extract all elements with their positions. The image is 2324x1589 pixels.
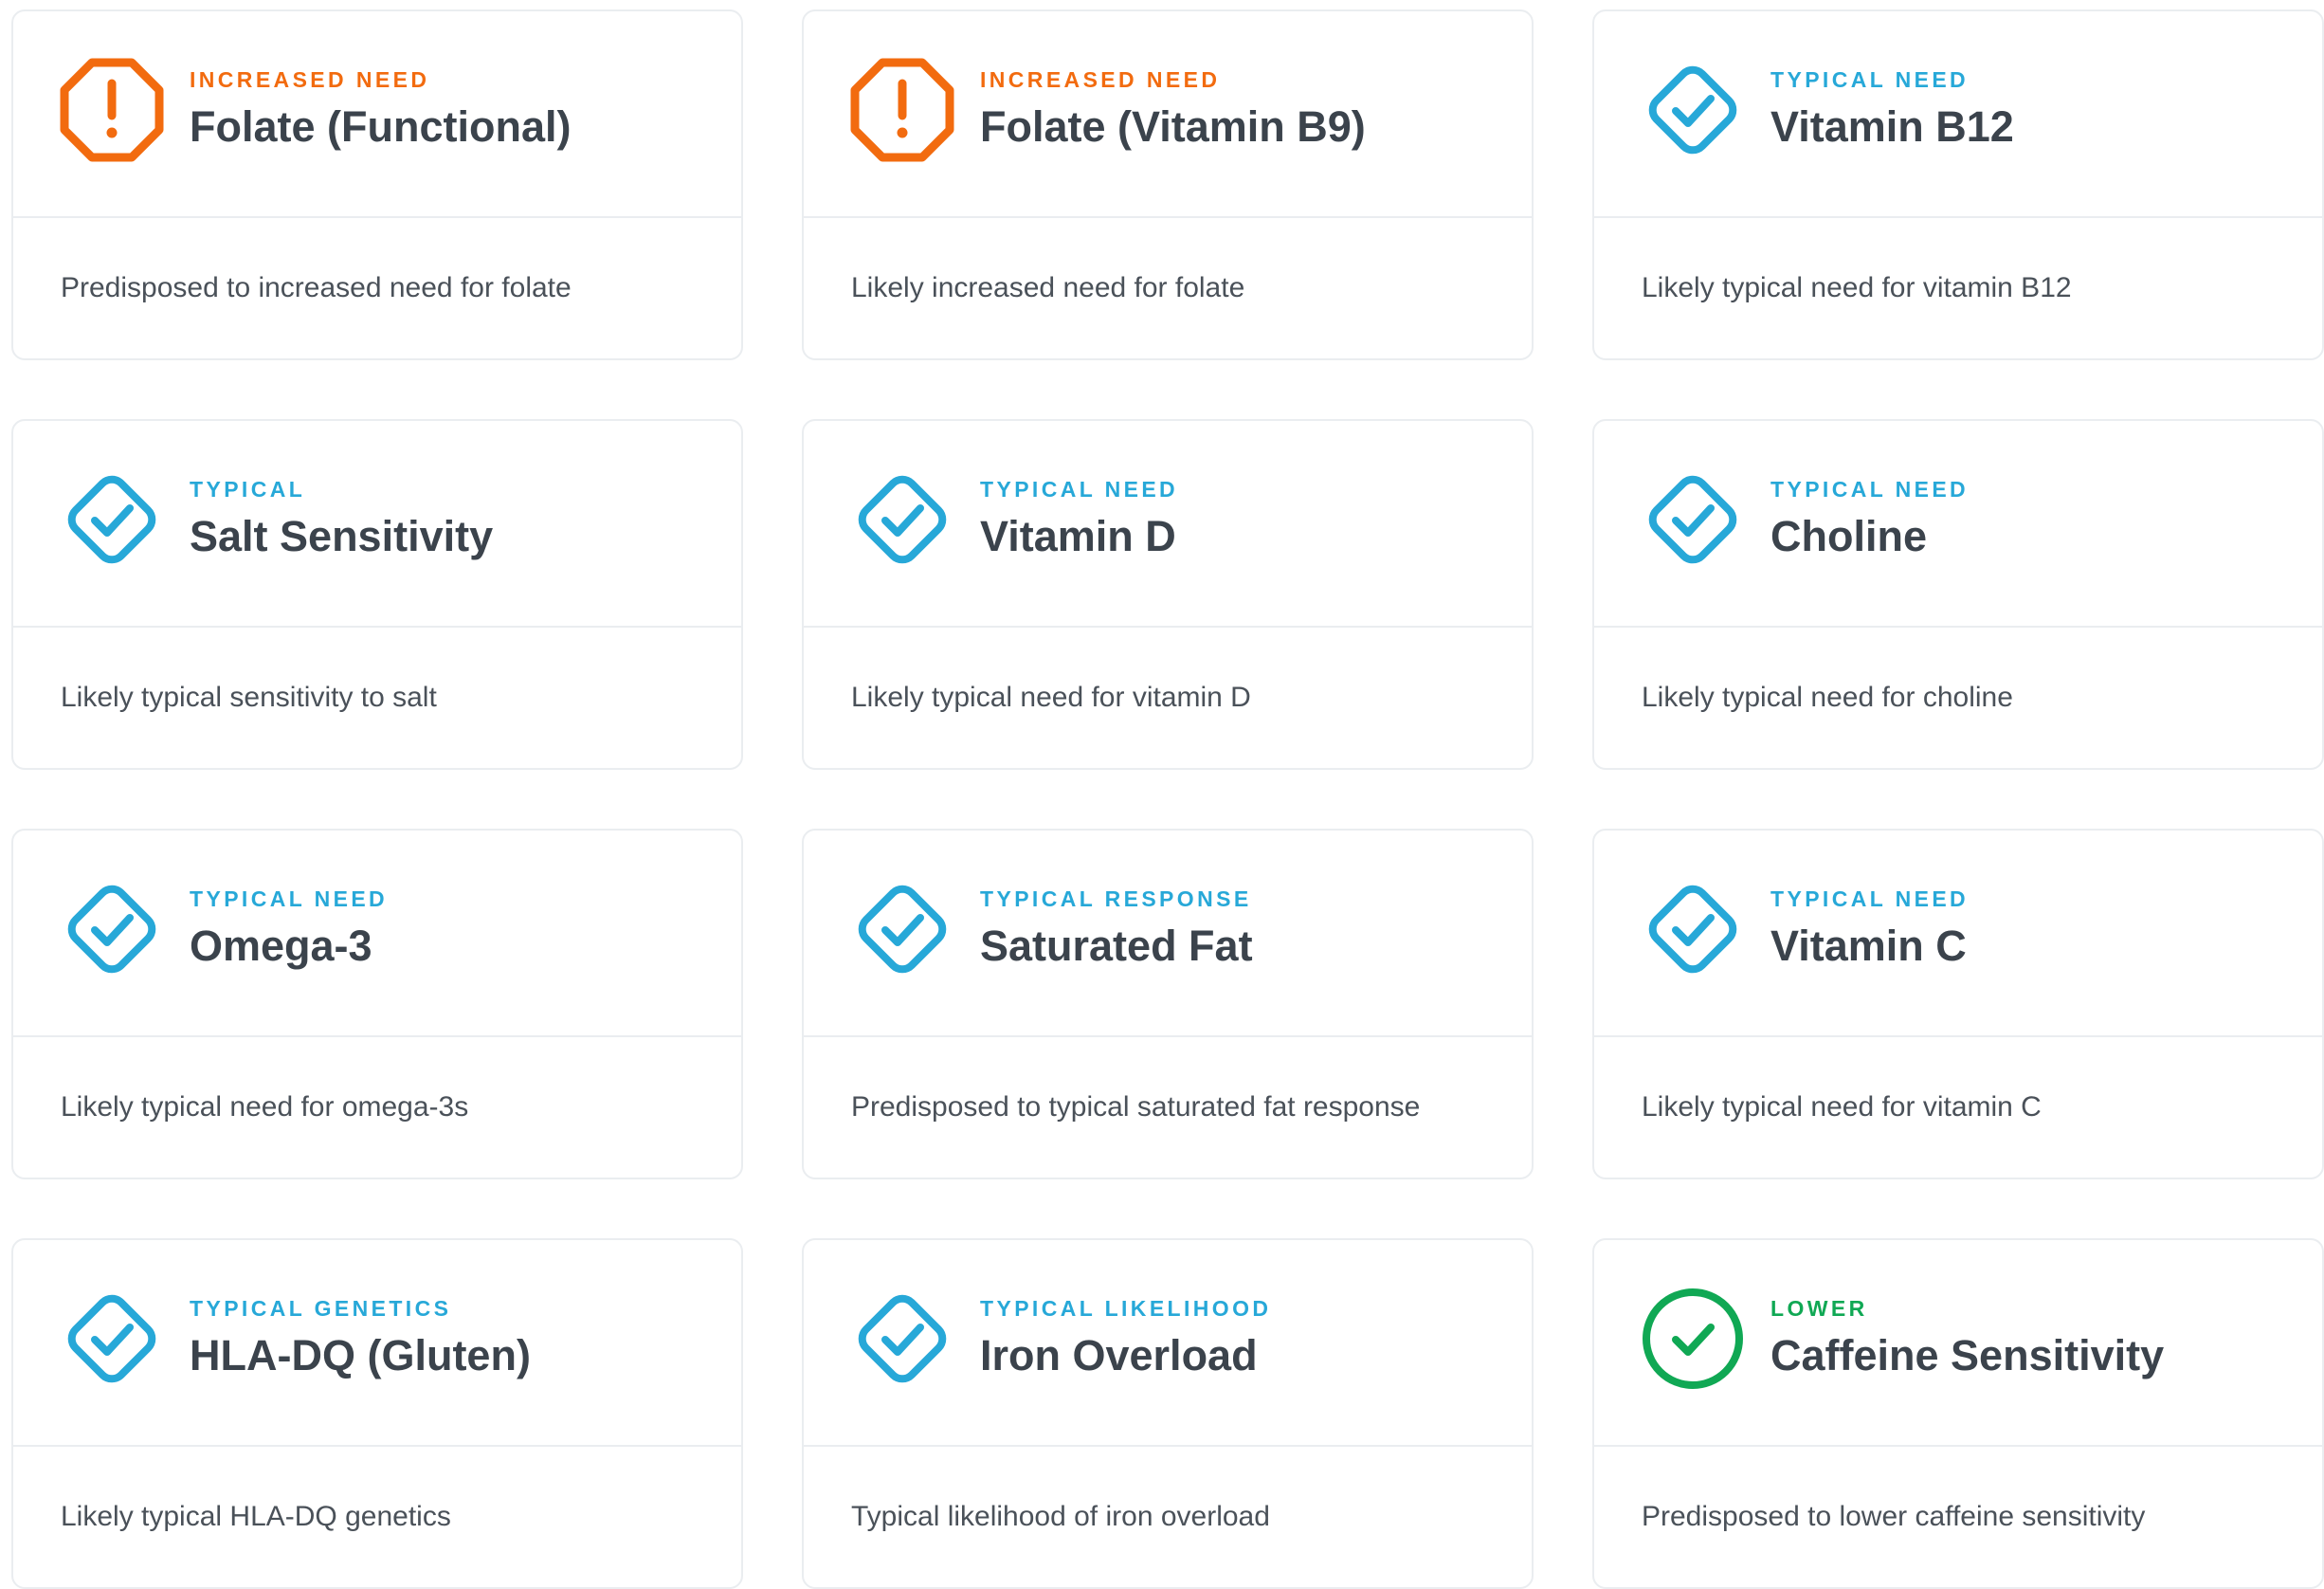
trait-card-omega-3[interactable]: TYPICAL NEED Omega-3 Likely typical need… — [11, 829, 743, 1179]
status-label: INCREASED NEED — [980, 67, 1221, 92]
card-header: TYPICAL NEED Vitamin C — [1594, 831, 2322, 1037]
trait-title: Choline — [1770, 512, 1927, 560]
exclamation-octagon-icon — [59, 57, 165, 163]
check-circle-icon — [1640, 1286, 1746, 1392]
trait-card-grid: INCREASED NEED Folate (Functional) Predi… — [11, 9, 2324, 1589]
trait-title: Caffeine Sensitivity — [1770, 1331, 2165, 1379]
trait-title: Vitamin D — [980, 512, 1176, 560]
status-label: TYPICAL RESPONSE — [980, 886, 1252, 911]
status-label: LOWER — [1770, 1296, 1868, 1321]
card-header: LOWER Caffeine Sensitivity — [1594, 1240, 2322, 1447]
status-label: TYPICAL GENETICS — [190, 1296, 452, 1321]
card-header: TYPICAL Salt Sensitivity — [13, 421, 741, 628]
trait-card-caffeine-sensitivity[interactable]: LOWER Caffeine Sensitivity Predisposed t… — [1592, 1238, 2324, 1589]
trait-card-vitamin-b12[interactable]: TYPICAL NEED Vitamin B12 Likely typical … — [1592, 9, 2324, 360]
trait-card-folate-vitamin-b9[interactable]: INCREASED NEED Folate (Vitamin B9) Likel… — [802, 9, 1534, 360]
trait-description: Likely typical need for vitamin B12 — [1642, 272, 2072, 303]
card-header: TYPICAL NEED Choline — [1594, 421, 2322, 628]
trait-description: Predisposed to lower caffeine sensitivit… — [1642, 1501, 2146, 1532]
trait-card-vitamin-d[interactable]: TYPICAL NEED Vitamin D Likely typical ne… — [802, 419, 1534, 770]
status-label: TYPICAL LIKELIHOOD — [980, 1296, 1272, 1321]
trait-title: Vitamin B12 — [1770, 102, 2014, 151]
card-header: TYPICAL NEED Omega-3 — [13, 831, 741, 1037]
trait-card-choline[interactable]: TYPICAL NEED Choline Likely typical need… — [1592, 419, 2324, 770]
trait-title: Folate (Vitamin B9) — [980, 102, 1366, 151]
card-header: INCREASED NEED Folate (Functional) — [13, 11, 741, 218]
trait-card-hla-dq-gluten[interactable]: TYPICAL GENETICS HLA-DQ (Gluten) Likely … — [11, 1238, 743, 1589]
exclamation-octagon-icon — [849, 57, 955, 163]
card-header: TYPICAL NEED Vitamin D — [804, 421, 1532, 628]
check-diamond-icon — [849, 466, 955, 573]
trait-title: Vitamin C — [1770, 922, 1967, 970]
check-diamond-icon — [1640, 57, 1746, 163]
trait-description: Predisposed to typical saturated fat res… — [851, 1091, 1421, 1123]
check-diamond-icon — [59, 466, 165, 573]
card-header: INCREASED NEED Folate (Vitamin B9) — [804, 11, 1532, 218]
trait-title: Salt Sensitivity — [190, 512, 494, 560]
trait-title: Omega-3 — [190, 922, 372, 970]
trait-card-salt-sensitivity[interactable]: TYPICAL Salt Sensitivity Likely typical … — [11, 419, 743, 770]
trait-description: Likely typical sensitivity to salt — [61, 682, 437, 713]
check-diamond-icon — [59, 876, 165, 982]
trait-title: Folate (Functional) — [190, 102, 572, 151]
check-diamond-icon — [849, 1286, 955, 1392]
trait-card-saturated-fat[interactable]: TYPICAL RESPONSE Saturated Fat Predispos… — [802, 829, 1534, 1179]
status-label: TYPICAL NEED — [1770, 67, 1970, 92]
trait-description: Likely typical need for vitamin C — [1642, 1091, 2042, 1123]
trait-description: Likely typical need for choline — [1642, 682, 2013, 713]
status-label: INCREASED NEED — [190, 67, 430, 92]
trait-card-iron-overload[interactable]: TYPICAL LIKELIHOOD Iron Overload Typical… — [802, 1238, 1534, 1589]
check-diamond-icon — [1640, 876, 1746, 982]
card-header: TYPICAL RESPONSE Saturated Fat — [804, 831, 1532, 1037]
check-diamond-icon — [1640, 466, 1746, 573]
trait-description: Predisposed to increased need for folate — [61, 272, 572, 303]
check-diamond-icon — [849, 876, 955, 982]
trait-description: Likely typical need for omega-3s — [61, 1091, 469, 1123]
status-label: TYPICAL NEED — [190, 886, 389, 911]
status-label: TYPICAL — [190, 477, 306, 502]
trait-description: Likely typical HLA-DQ genetics — [61, 1501, 451, 1532]
check-diamond-icon — [59, 1286, 165, 1392]
status-label: TYPICAL NEED — [1770, 477, 1970, 502]
trait-description: Typical likelihood of iron overload — [851, 1501, 1270, 1532]
trait-title: Saturated Fat — [980, 922, 1253, 970]
trait-description: Likely increased need for folate — [851, 272, 1245, 303]
status-label: TYPICAL NEED — [1770, 886, 1970, 911]
trait-card-vitamin-c[interactable]: TYPICAL NEED Vitamin C Likely typical ne… — [1592, 829, 2324, 1179]
status-label: TYPICAL NEED — [980, 477, 1179, 502]
card-header: TYPICAL LIKELIHOOD Iron Overload — [804, 1240, 1532, 1447]
trait-description: Likely typical need for vitamin D — [851, 682, 1251, 713]
card-header: TYPICAL NEED Vitamin B12 — [1594, 11, 2322, 218]
card-header: TYPICAL GENETICS HLA-DQ (Gluten) — [13, 1240, 741, 1447]
trait-title: HLA-DQ (Gluten) — [190, 1331, 531, 1379]
trait-card-folate-functional[interactable]: INCREASED NEED Folate (Functional) Predi… — [11, 9, 743, 360]
trait-title: Iron Overload — [980, 1331, 1258, 1379]
